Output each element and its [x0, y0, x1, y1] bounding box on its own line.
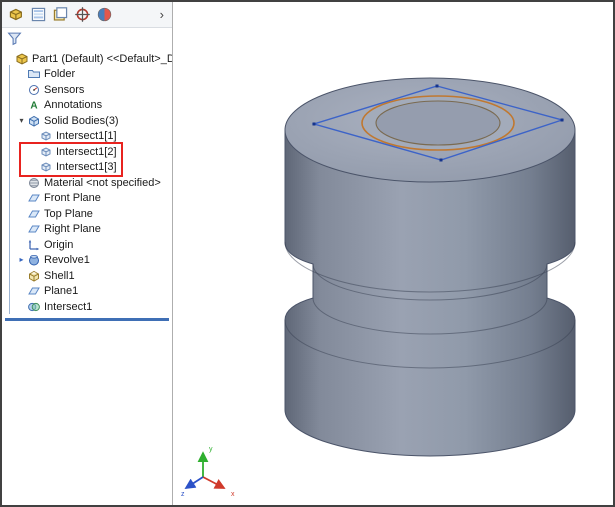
- body-icon: [39, 160, 53, 174]
- panel-tab-bar: ›: [2, 2, 172, 28]
- part-icon: [15, 52, 29, 66]
- body-icon: [39, 129, 53, 143]
- propertymanager-tab-icon[interactable]: [30, 6, 47, 23]
- tree-item-right-plane[interactable]: Right Plane: [2, 222, 172, 238]
- tree-item-label: Plane1: [44, 285, 78, 297]
- feature-tree: Part1 (Default) <<Default>_Display S Fold…: [2, 49, 172, 315]
- tree-item-label: Intersect1[1]: [56, 130, 117, 142]
- origin-icon: [27, 238, 41, 252]
- plane-icon: [27, 207, 41, 221]
- tree-item-label: Top Plane: [44, 208, 93, 220]
- feature-manager-panel: › Part1 (Default) <<Default>_Display S Fo…: [2, 2, 173, 505]
- triad-x-label: x: [231, 491, 235, 498]
- svg-text:A: A: [30, 101, 37, 112]
- tree-item-annotations[interactable]: A Annotations: [2, 98, 172, 114]
- tree-item-label: Annotations: [44, 99, 102, 111]
- tree-item-origin[interactable]: Origin: [2, 237, 172, 253]
- triad-z-label: z: [181, 491, 185, 498]
- rollback-bar[interactable]: [5, 318, 169, 321]
- tree-item-label: Part1 (Default) <<Default>_Display S: [32, 53, 172, 65]
- dimxpert-tab-icon[interactable]: [74, 6, 91, 23]
- graphics-viewport[interactable]: y x z: [173, 2, 613, 505]
- chevron-right-icon[interactable]: ›: [158, 8, 166, 21]
- configurationmanager-tab-icon[interactable]: [52, 6, 69, 23]
- tree-item-label: Intersect1[3]: [56, 161, 117, 173]
- tree-item-sensors[interactable]: Sensors: [2, 82, 172, 98]
- expand-right-icon[interactable]: ▸: [16, 256, 27, 264]
- tree-item-label: Intersect1: [44, 301, 92, 313]
- revolve-icon: [27, 253, 41, 267]
- tree-item-label: Material <not specified>: [44, 177, 161, 189]
- material-icon: [27, 176, 41, 190]
- triad-y-label: y: [209, 446, 213, 453]
- folder-icon: [27, 67, 41, 81]
- plane-icon: [27, 284, 41, 298]
- shell-icon: [27, 269, 41, 283]
- tree-item-label: Revolve1: [44, 254, 90, 266]
- triad-z-axis: [186, 477, 203, 488]
- tree-item-plane1[interactable]: Plane1: [2, 284, 172, 300]
- tree-item-material-not-specified[interactable]: Material <not specified>: [2, 175, 172, 191]
- expand-down-icon[interactable]: ▾: [16, 117, 27, 125]
- filter-funnel-icon[interactable]: [7, 31, 22, 46]
- tree-item-revolve1[interactable]: ▸ Revolve1: [2, 253, 172, 269]
- displaymanager-tab-icon[interactable]: [96, 6, 113, 23]
- plane-icon: [27, 222, 41, 236]
- intersect-icon: [27, 300, 41, 314]
- tree-item-intersect1-2[interactable]: Intersect1[2]: [2, 144, 172, 160]
- tree-item-part1-default-default-display-s[interactable]: Part1 (Default) <<Default>_Display S: [2, 51, 172, 67]
- filter-row: [2, 28, 172, 49]
- tree-item-label: Front Plane: [44, 192, 101, 204]
- tree-item-intersect1-1[interactable]: Intersect1[1]: [2, 129, 172, 145]
- tree-item-front-plane[interactable]: Front Plane: [2, 191, 172, 207]
- tree-item-solid-bodies-3[interactable]: ▾ Solid Bodies(3): [2, 113, 172, 129]
- sensors-icon: [27, 83, 41, 97]
- tree-item-folder[interactable]: Folder: [2, 67, 172, 83]
- annotations-icon: A: [27, 98, 41, 112]
- featuremanager-tab-icon[interactable]: [8, 6, 25, 23]
- solid-bodies-icon: [27, 114, 41, 128]
- body-icon: [39, 145, 53, 159]
- plane-icon: [27, 191, 41, 205]
- tree-item-intersect1[interactable]: Intersect1: [2, 299, 172, 315]
- tree-item-label: Origin: [44, 239, 73, 251]
- tree-item-top-plane[interactable]: Top Plane: [2, 206, 172, 222]
- tree-item-label: Right Plane: [44, 223, 101, 235]
- solidworks-window: › Part1 (Default) <<Default>_Display S Fo…: [0, 0, 615, 507]
- tree-item-intersect1-3[interactable]: Intersect1[3]: [2, 160, 172, 176]
- tree-item-label: Solid Bodies(3): [44, 115, 119, 127]
- tree-item-shell1[interactable]: Shell1: [2, 268, 172, 284]
- tree-item-label: Shell1: [44, 270, 75, 282]
- tree-item-label: Intersect1[2]: [56, 146, 117, 158]
- tree-item-label: Sensors: [44, 84, 84, 96]
- triad-x-axis: [203, 477, 224, 488]
- tree-item-label: Folder: [44, 68, 75, 80]
- model-3d[interactable]: [173, 2, 613, 505]
- orientation-triad: y x z: [181, 439, 251, 499]
